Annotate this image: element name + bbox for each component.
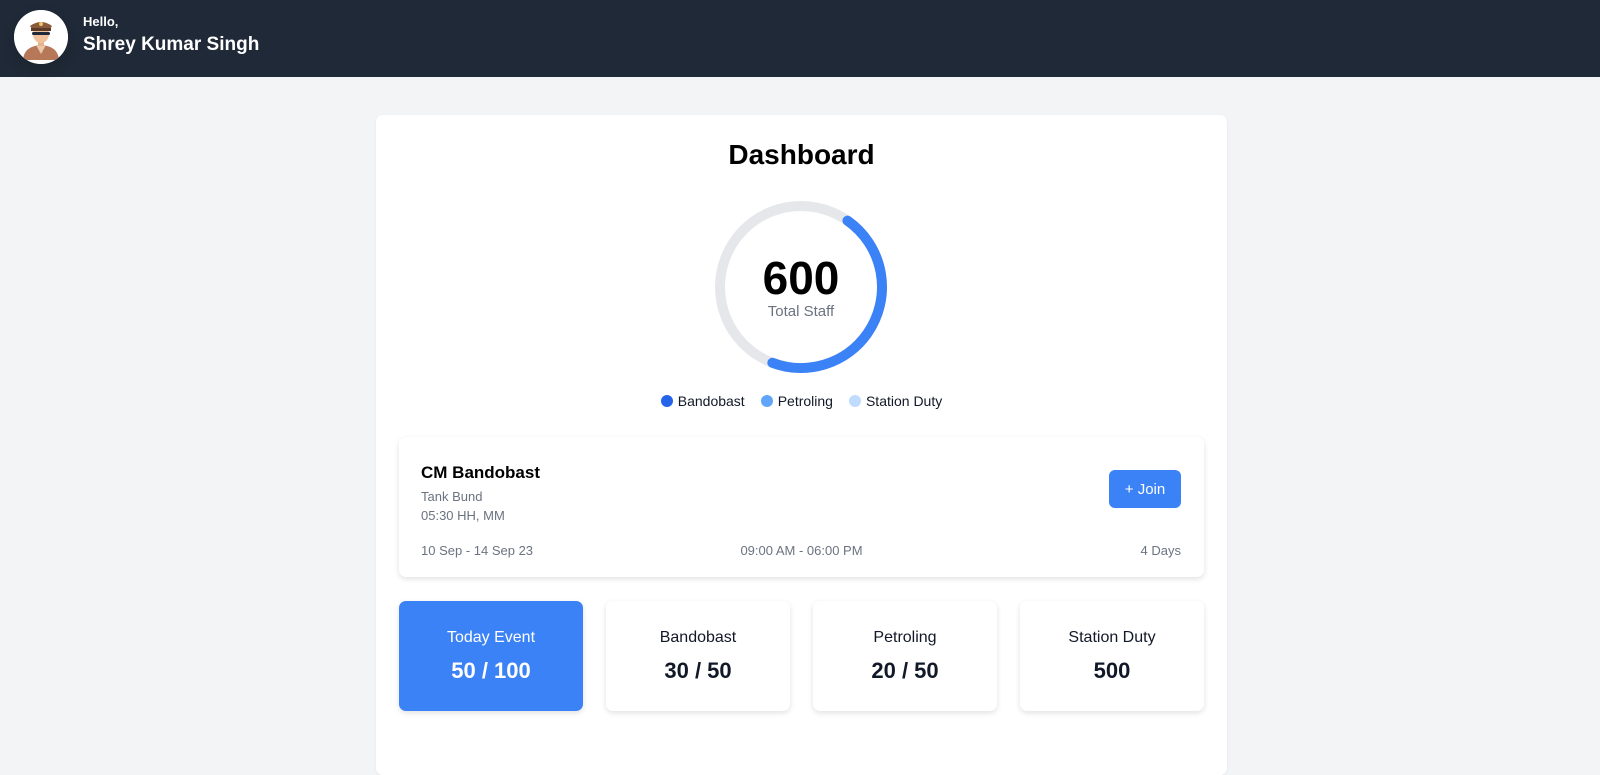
stat-label: Station Duty <box>1068 629 1156 646</box>
stats-row: Today Event 50 / 100 Bandobast 30 / 50 P… <box>399 601 1204 711</box>
avatar[interactable] <box>14 10 68 64</box>
top-header: Hello, Shrey Kumar Singh <box>0 0 1600 77</box>
greeting-text: Hello, <box>83 14 119 29</box>
event-duration: 4 Days <box>1140 543 1181 558</box>
stat-card-bandobast[interactable]: Bandobast 30 / 50 <box>606 601 790 711</box>
event-name: CM Bandobast <box>421 463 540 482</box>
total-staff-value: 600 <box>762 252 840 304</box>
stat-value: 30 / 50 <box>664 658 732 683</box>
stat-value: 20 / 50 <box>871 658 939 683</box>
page-title: Dashboard <box>728 139 875 170</box>
total-staff-label: Total Staff <box>767 303 835 320</box>
legend-item-petroling: Petroling <box>760 393 833 409</box>
event-location: Tank Bund <box>421 489 483 504</box>
stat-card-petroling[interactable]: Petroling 20 / 50 <box>813 601 997 711</box>
legend-dot-station-duty <box>848 395 861 407</box>
legend-item-bandobast: Bandobast <box>660 393 745 409</box>
legend-label: Bandobast <box>677 393 745 409</box>
stat-value: 50 / 100 <box>451 658 531 683</box>
stat-label: Bandobast <box>659 629 737 646</box>
event-card: CM Bandobast Tank Bund 05:30 HH, MM + Jo… <box>399 437 1204 577</box>
stat-value: 500 <box>1093 658 1131 683</box>
stat-card-today-event[interactable]: Today Event 50 / 100 <box>399 601 583 711</box>
legend-dot-petroling <box>760 395 773 407</box>
user-name: Shrey Kumar Singh <box>83 34 260 55</box>
event-hours: 09:00 AM - 06:00 PM <box>740 543 863 558</box>
stat-label: Today Event <box>446 629 536 646</box>
legend-label: Station Duty <box>865 393 943 409</box>
event-time: 05:30 HH, MM <box>421 508 505 523</box>
donut-legend: Bandobast Petroling Station Duty <box>376 393 1227 409</box>
donut-center: 600 Total Staff <box>709 195 893 379</box>
legend-label: Petroling <box>777 393 833 409</box>
police-officer-avatar-icon <box>14 10 68 64</box>
greeting-block: Hello, Shrey Kumar Singh <box>83 14 259 58</box>
stat-label: Petroling <box>873 629 937 646</box>
legend-item-station-duty: Station Duty <box>848 393 943 409</box>
join-button[interactable]: + Join <box>1109 470 1181 508</box>
stat-card-station-duty[interactable]: Station Duty 500 <box>1020 601 1204 711</box>
legend-dot-bandobast <box>660 395 673 407</box>
dashboard-card: Dashboard 600 Total Staff Bandobast Petr… <box>376 115 1227 775</box>
